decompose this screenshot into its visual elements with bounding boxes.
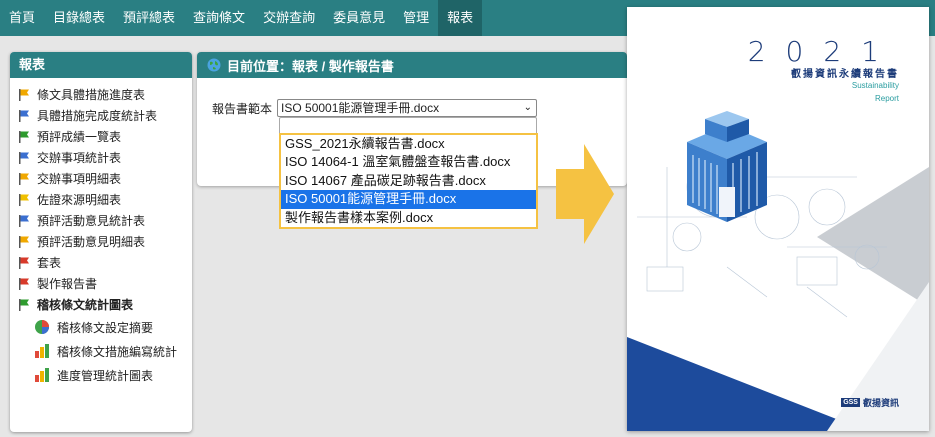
breadcrumb-bar: 目前位置：報表 / 製作報告書 xyxy=(197,52,627,78)
flag-icon xyxy=(19,215,29,227)
dropdown-option[interactable]: GSS_2021永續報告書.docx xyxy=(281,135,536,153)
sidebar-subitem[interactable]: 進度管理統計圖表 xyxy=(10,363,192,387)
sidebar-subitem-label: 稽核條文措施編寫統計 xyxy=(57,344,178,359)
sidebar-subitem-label: 稽核條文設定摘要 xyxy=(57,320,154,335)
cover-subtitle-1: Sustainability xyxy=(851,81,899,90)
template-select-value: ISO 50001能源管理手冊.docx xyxy=(281,101,440,115)
flag-icon xyxy=(19,236,29,248)
template-row: 報告書範本 ISO 50001能源管理手冊.docx ⌄ xyxy=(212,99,538,117)
sidebar-item-label: 套表 xyxy=(37,256,62,270)
sidebar-item-label: 條文具體措施進度表 xyxy=(37,88,146,102)
sidebar-item[interactable]: 套表 xyxy=(10,252,192,273)
sidebar-item[interactable]: 交辦事項統計表 xyxy=(10,147,192,168)
sidebar-list: 條文具體措施進度表 具體措施完成度統計表 預評成績一覽表 交辦事項統計表 交辦事項明細表… xyxy=(10,78,192,387)
sidebar-item[interactable]: 交辦事項明細表 xyxy=(10,168,192,189)
flag-icon xyxy=(19,110,29,122)
cover-title: 叡揚資訊永續報告書 xyxy=(791,69,899,80)
sidebar: 報表 條文具體措施進度表 具體措施完成度統計表 預評成績一覽表 交辦事項統計表 交辦事項… xyxy=(10,52,192,432)
dropdown-option[interactable]: ISO 50001能源管理手冊.docx xyxy=(281,190,536,209)
nav-home[interactable]: 首頁 xyxy=(0,0,44,36)
gss-logo-text: 叡揚資訊 xyxy=(862,398,899,408)
bar-chart-icon xyxy=(35,344,49,358)
cover-subtitle-2: Report xyxy=(874,94,899,103)
template-label: 報告書範本 xyxy=(212,101,273,116)
flag-icon xyxy=(19,299,29,311)
nav-query-articles[interactable]: 查詢條文 xyxy=(184,0,254,36)
flag-icon xyxy=(19,257,29,269)
report-cover-preview: 2021 叡揚資訊永續報告書 Sustainability Report GSS… xyxy=(627,7,929,431)
sidebar-item-label: 交辦事項明細表 xyxy=(37,172,122,186)
building-illustration xyxy=(687,111,767,222)
nav-committee-opinions[interactable]: 委員意見 xyxy=(324,0,394,36)
dropdown-option[interactable]: ISO 14067 產品碳足跡報告書.docx xyxy=(281,172,536,190)
sidebar-item-label: 佐證來源明細表 xyxy=(37,193,122,207)
sidebar-item[interactable]: 預評成績一覽表 xyxy=(10,126,192,147)
template-dropdown-list: GSS_2021永續報告書.docx ISO 14064-1 溫室氣體盤查報告書.… xyxy=(279,133,538,229)
sidebar-item[interactable]: 預評活動意見明細表 xyxy=(10,231,192,252)
arrow-right-icon xyxy=(556,144,614,244)
flag-icon xyxy=(19,173,29,185)
globe-icon xyxy=(207,58,221,72)
flag-icon xyxy=(19,131,29,143)
sidebar-item[interactable]: 稽核條文統計圖表 xyxy=(10,294,192,315)
sidebar-subitem-label: 進度管理統計圖表 xyxy=(57,368,154,383)
sidebar-title: 報表 xyxy=(10,52,192,78)
flag-icon xyxy=(19,89,29,101)
chevron-down-icon: ⌄ xyxy=(523,102,533,113)
sidebar-item-label: 預評活動意見統計表 xyxy=(37,214,146,228)
template-select[interactable]: ISO 50001能源管理手冊.docx ⌄ xyxy=(277,99,538,117)
bar-chart-icon xyxy=(35,368,49,382)
sidebar-item-label: 稽核條文統計圖表 xyxy=(37,298,134,312)
sidebar-item[interactable]: 條文具體措施進度表 xyxy=(10,84,192,105)
sidebar-subitem[interactable]: 稽核條文措施編寫統計 xyxy=(10,339,192,363)
flag-icon xyxy=(19,278,29,290)
sidebar-item-label: 交辦事項統計表 xyxy=(37,151,122,165)
pie-chart-icon xyxy=(35,320,49,334)
sidebar-item[interactable]: 佐證來源明細表 xyxy=(10,189,192,210)
sidebar-item-label: 預評成績一覽表 xyxy=(37,130,122,144)
sidebar-item-label: 具體措施完成度統計表 xyxy=(37,109,158,123)
sidebar-item-label: 製作報告書 xyxy=(37,277,98,291)
flag-icon xyxy=(19,152,29,164)
nav-catalog[interactable]: 目錄總表 xyxy=(44,0,114,36)
cover-year: 2021 xyxy=(747,35,899,68)
nav-reports[interactable]: 報表 xyxy=(438,0,483,36)
sidebar-item[interactable]: 預評活動意見統計表 xyxy=(10,210,192,231)
sidebar-item[interactable]: 製作報告書 xyxy=(10,273,192,294)
nav-assignment-query[interactable]: 交辦查詢 xyxy=(254,0,324,36)
nav-admin[interactable]: 管理 xyxy=(394,0,438,36)
sidebar-item[interactable]: 具體措施完成度統計表 xyxy=(10,105,192,126)
breadcrumb: 目前位置：報表 / 製作報告書 xyxy=(227,58,394,74)
flag-icon xyxy=(19,194,29,206)
cover-logo: GSS 叡揚資訊 xyxy=(841,396,899,409)
gss-logo-mark: GSS xyxy=(841,398,860,407)
nav-pre-eval[interactable]: 預評總表 xyxy=(114,0,184,36)
sidebar-subitem[interactable]: 稽核條文設定摘要 xyxy=(10,315,192,339)
dropdown-option[interactable]: 製作報告書樣本案例.docx xyxy=(281,209,536,227)
dropdown-option[interactable]: ISO 14064-1 溫室氣體盤查報告書.docx xyxy=(281,153,536,171)
sidebar-item-label: 預評活動意見明細表 xyxy=(37,235,146,249)
